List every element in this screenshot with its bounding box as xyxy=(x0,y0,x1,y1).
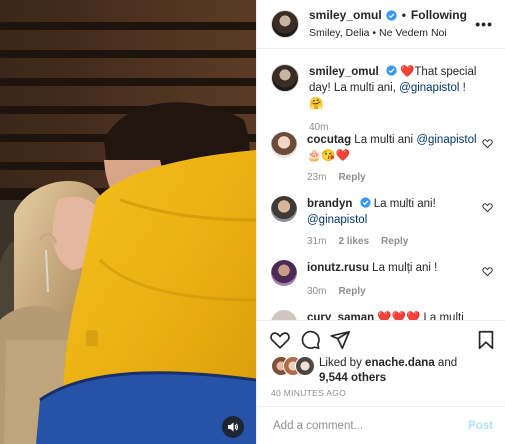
following-button[interactable]: Following xyxy=(411,7,467,23)
post-location[interactable]: Smiley, Delia • Ne Vedem Noi xyxy=(309,25,467,41)
comment-time[interactable]: 31m xyxy=(307,236,326,247)
comment-text: La multi ani! xyxy=(373,198,436,210)
comment-username[interactable]: ionutz.rusu xyxy=(307,262,369,274)
liker-avatar xyxy=(295,356,315,376)
likes-count[interactable]: 9,544 others xyxy=(319,372,386,384)
caption-item: smiley_omul ❤️That special day! La multi… xyxy=(271,64,499,136)
comment-likes[interactable]: 2 likes xyxy=(338,236,369,247)
caption-avatar[interactable] xyxy=(271,64,299,92)
heart-icon[interactable] xyxy=(269,329,291,351)
heart-icon[interactable] xyxy=(482,266,493,277)
post-header: smiley_omul • Following Smiley, Delia • … xyxy=(257,0,505,49)
comment-mention[interactable]: @ginapistol xyxy=(416,134,476,146)
verified-badge-icon xyxy=(386,9,397,21)
post-video[interactable] xyxy=(0,0,256,444)
comment-item: cury_saman ❤️❤️❤️ La multi ani xyxy=(271,310,499,320)
red-heart-emoji: ❤️ xyxy=(400,66,415,78)
likes-summary: Liked by enache.dana and 9,544 others xyxy=(271,356,457,386)
comment-text: La mulți ani ! xyxy=(372,262,438,274)
author-avatar[interactable] xyxy=(271,10,299,38)
author-username[interactable]: smiley_omul xyxy=(309,7,382,23)
comment-time[interactable]: 23m xyxy=(307,172,326,183)
comment-mention[interactable]: @ginapistol xyxy=(307,212,477,228)
reply-button[interactable]: Reply xyxy=(381,236,408,247)
comment-input[interactable] xyxy=(271,418,469,433)
video-frame xyxy=(0,0,256,444)
verified-badge-icon xyxy=(359,197,371,208)
commenter-avatar[interactable] xyxy=(271,310,297,320)
caption-mention[interactable]: @ginapistol xyxy=(399,82,459,94)
heart-icon[interactable] xyxy=(482,202,493,213)
comment-username[interactable]: cocutag xyxy=(307,134,351,146)
more-options-icon[interactable]: ••• xyxy=(475,16,493,32)
heart-icon[interactable] xyxy=(482,138,493,149)
bookmark-icon[interactable] xyxy=(475,329,497,351)
action-bar xyxy=(257,320,505,357)
comment-username[interactable]: brandyn xyxy=(307,198,352,210)
header-separator: • xyxy=(401,8,406,22)
comment-text: La multi ani xyxy=(354,134,414,146)
post-details-panel: smiley_omul • Following Smiley, Delia • … xyxy=(256,0,505,444)
speaker-icon xyxy=(228,422,238,432)
comment-item: brandyn La multi ani! @ginapistol 31m 2 l… xyxy=(271,196,499,250)
add-comment-bar: Post xyxy=(257,406,505,444)
comment-time[interactable]: 30m xyxy=(307,286,326,297)
mute-button[interactable] xyxy=(222,416,244,438)
commenter-avatar[interactable] xyxy=(271,260,297,286)
comments-list[interactable]: smiley_omul ❤️That special day! La multi… xyxy=(257,50,505,320)
reply-button[interactable]: Reply xyxy=(338,286,365,297)
liked-by-user[interactable]: enache.dana xyxy=(365,357,435,369)
comment-item: ionutz.rusu La mulți ani ! 30m Reply xyxy=(271,260,499,300)
comment-item: cocutag La multi ani @ginapistol 🎂😘❤️ 23… xyxy=(271,132,499,186)
comment-emoji: 🎂😘❤️ xyxy=(307,150,350,162)
comment-username[interactable]: cury_saman xyxy=(307,312,374,320)
commenter-avatar[interactable] xyxy=(271,196,297,222)
post-button[interactable]: Post xyxy=(468,420,493,432)
verified-badge-icon xyxy=(386,65,397,76)
liked-by-and: and xyxy=(437,357,458,369)
reply-button[interactable]: Reply xyxy=(338,172,365,183)
post-timestamp[interactable]: 40 MINUTES AGO xyxy=(271,388,346,398)
commenter-avatar[interactable] xyxy=(271,132,297,158)
caption-username[interactable]: smiley_omul xyxy=(309,66,379,78)
liker-avatars xyxy=(271,356,315,376)
share-icon[interactable] xyxy=(329,329,351,351)
comment-icon[interactable] xyxy=(299,329,321,351)
instagram-post-modal: smiley_omul • Following Smiley, Delia • … xyxy=(0,0,505,444)
liked-by-prefix: Liked by xyxy=(319,357,362,369)
